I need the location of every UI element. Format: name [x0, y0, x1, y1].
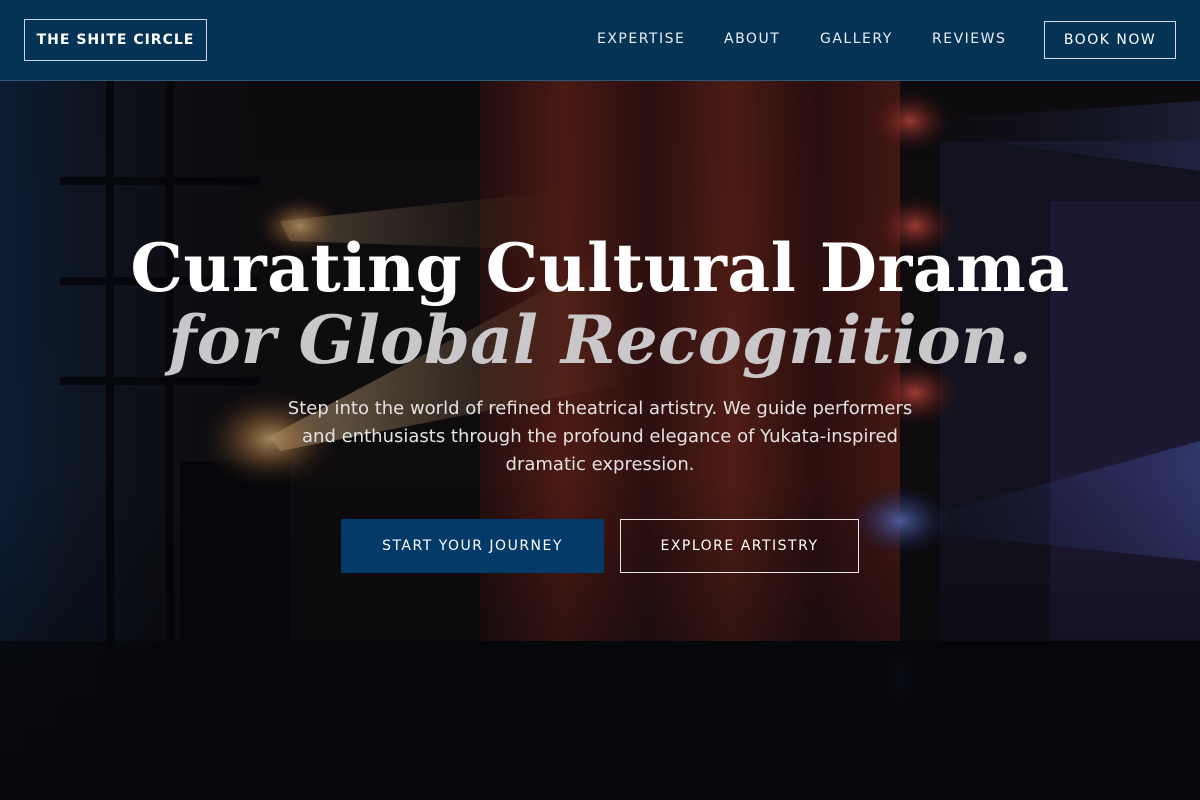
start-journey-button[interactable]: START YOUR JOURNEY — [341, 519, 604, 573]
nav-link-reviews[interactable]: REVIEWS — [932, 31, 1006, 47]
hero-subtitle: Step into the world of refined theatrica… — [287, 398, 913, 475]
hero-title: Curating Cultural Drama — [130, 229, 1070, 307]
book-now-button[interactable]: BOOK NOW — [1044, 21, 1176, 59]
nav-link-about[interactable]: ABOUT — [724, 31, 780, 47]
hero-title-italic: for Global Recognition. — [168, 301, 1032, 379]
hero-section: Curating Cultural Drama for Global Recog… — [0, 81, 1200, 800]
explore-artistry-button[interactable]: EXPLORE ARTISTRY — [620, 519, 859, 573]
nav-link-gallery[interactable]: GALLERY — [820, 31, 893, 47]
site-header: THE SHITE CIRCLE EXPERTISE ABOUT GALLERY… — [0, 0, 1200, 81]
nav-link-expertise[interactable]: EXPERTISE — [597, 31, 685, 47]
main-nav: EXPERTISE ABOUT GALLERY REVIEWS BOOK NOW — [0, 0, 1200, 80]
hero-content: Curating Cultural Drama for Global Recog… — [0, 81, 1200, 800]
